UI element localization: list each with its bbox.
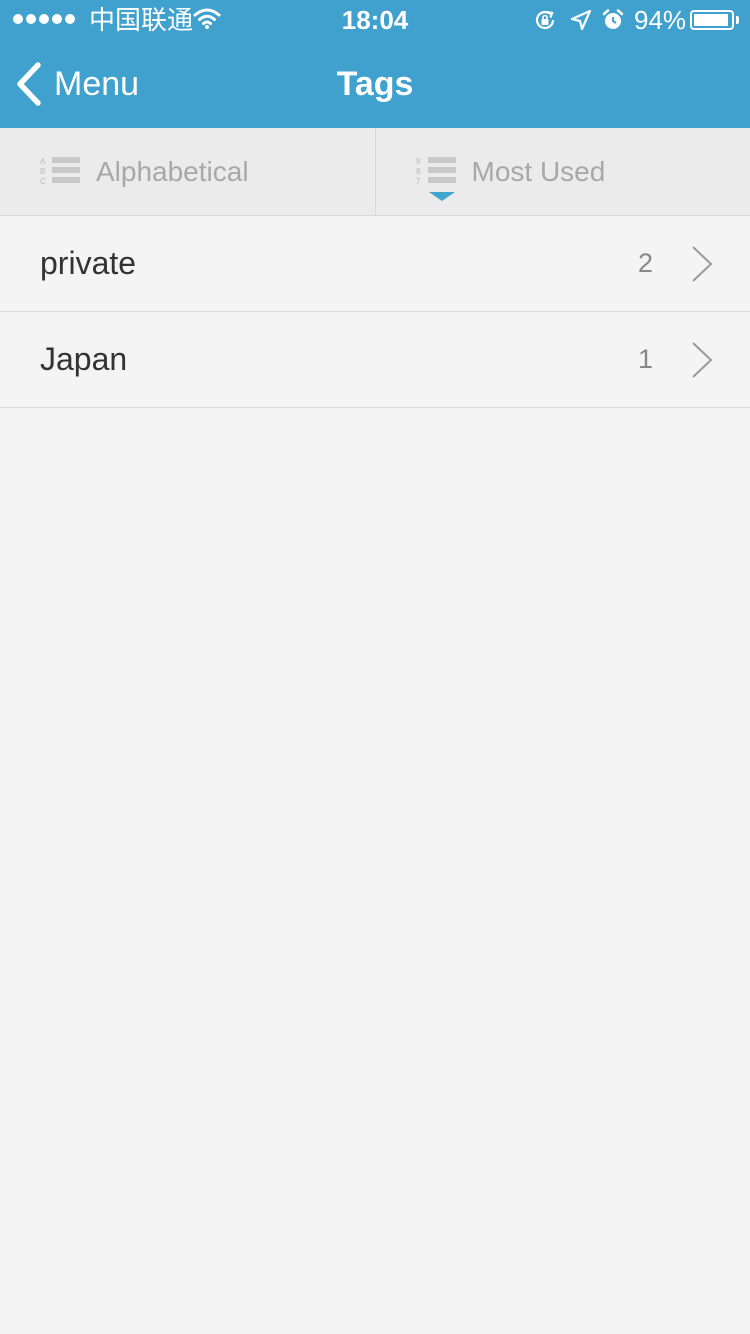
svg-text:7: 7 <box>416 177 421 186</box>
sort-most-used-icon: 9 8 7 <box>416 156 456 186</box>
top-bar: 中国联通 18:04 94% Menu Tags <box>0 0 750 128</box>
alarm-icon <box>602 9 624 29</box>
tag-name: private <box>40 245 137 281</box>
sort-alphabetical-icon: A B C <box>40 156 80 186</box>
tag-count: 1 <box>637 344 653 374</box>
battery-percent: 94% <box>634 5 687 35</box>
tab-alphabetical-label: Alphabetical <box>96 155 249 187</box>
list-item[interactable]: Japan 1 <box>0 312 750 408</box>
chevron-right-icon <box>692 342 713 378</box>
battery-level-fill <box>694 14 728 26</box>
tag-name: Japan <box>40 341 128 377</box>
svg-text:8: 8 <box>416 167 421 176</box>
tab-most-used[interactable]: 9 8 7 Most Used <box>374 128 750 215</box>
tag-count: 2 <box>637 248 653 278</box>
battery-icon <box>690 10 734 30</box>
chevron-right-icon <box>692 246 713 282</box>
svg-text:C: C <box>40 177 46 186</box>
list-item[interactable]: private 2 <box>0 216 750 312</box>
sort-tabs: A B C Alphabetical 9 8 7 Most Used <box>0 128 750 216</box>
tab-most-used-label: Most Used <box>471 155 606 187</box>
page-title: Tags <box>336 65 414 103</box>
rotation-lock-icon <box>535 10 555 30</box>
tag-list: private 2 Japan 1 <box>0 216 750 408</box>
selected-tab-indicator <box>428 192 455 201</box>
location-arrow-icon <box>570 9 592 31</box>
svg-text:9: 9 <box>416 157 421 166</box>
status-bar: 中国联通 18:04 94% <box>0 0 750 40</box>
svg-text:A: A <box>40 157 46 166</box>
svg-text:B: B <box>40 167 45 176</box>
tab-alphabetical[interactable]: A B C Alphabetical <box>0 128 375 215</box>
battery-nub <box>736 16 739 24</box>
